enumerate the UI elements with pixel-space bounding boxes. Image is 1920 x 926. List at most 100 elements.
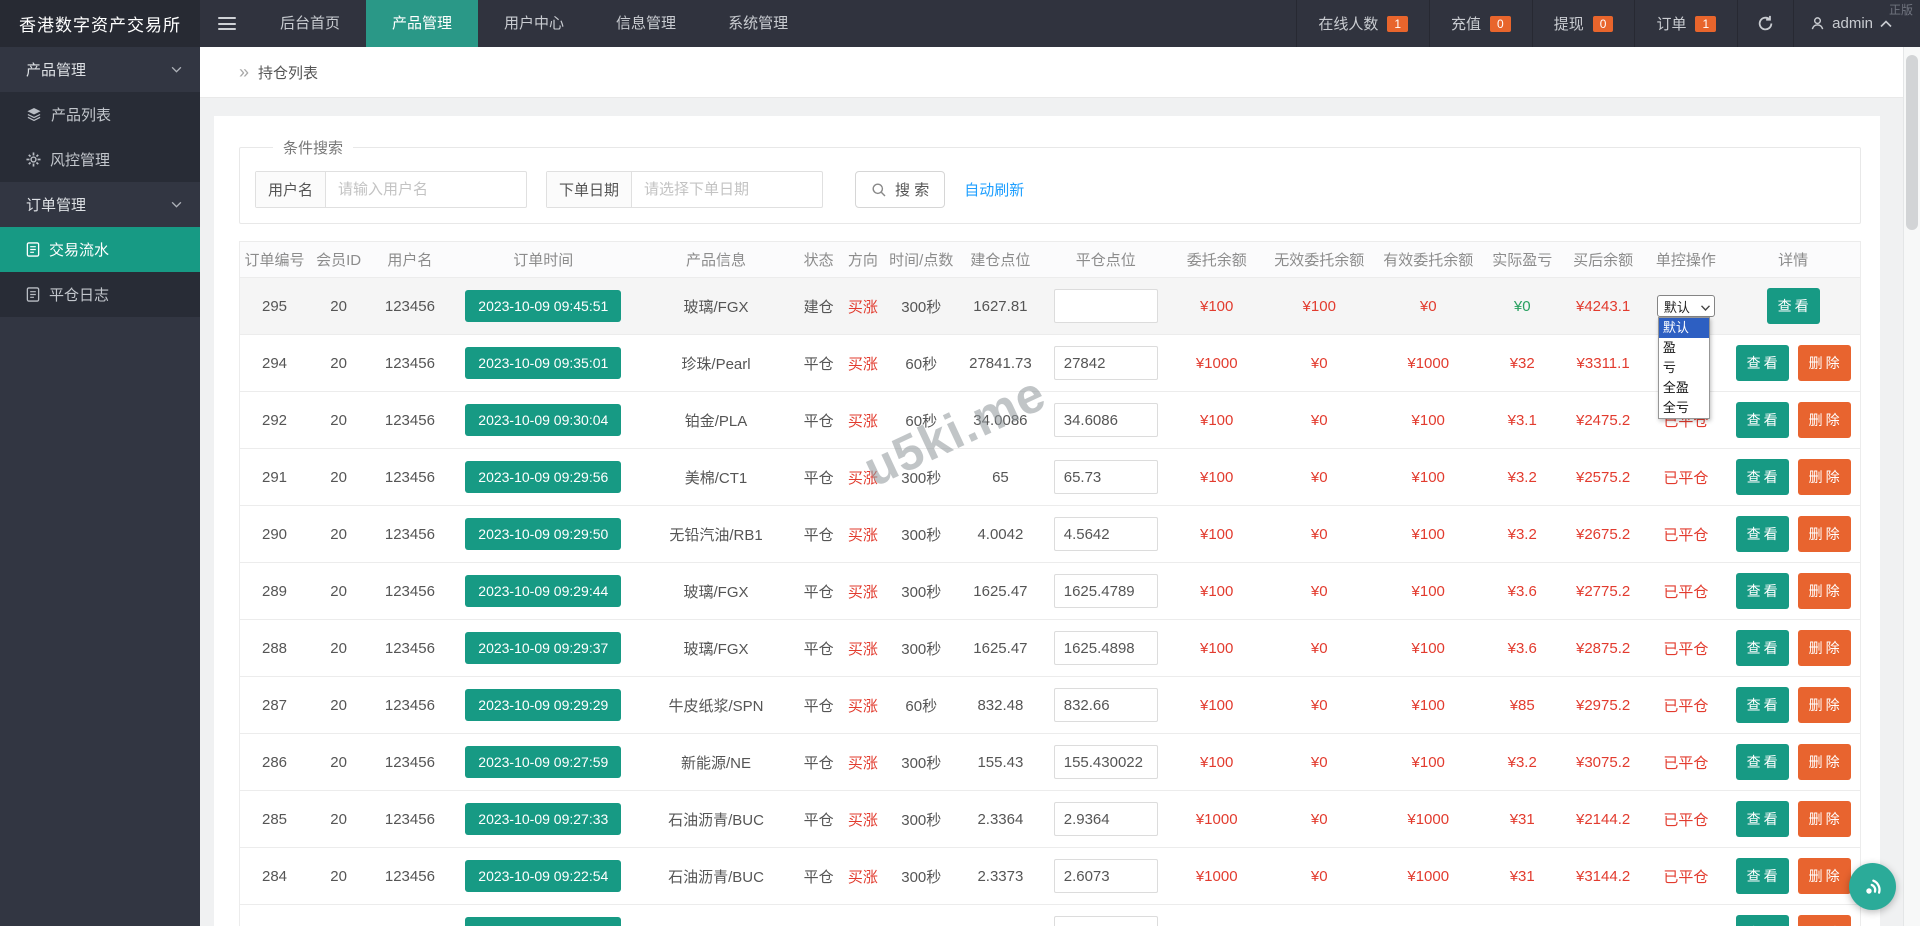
view-button[interactable]: 查看: [1735, 744, 1789, 780]
control-select[interactable]: 默认: [1656, 295, 1715, 317]
nav-stat-label: 充值: [1451, 16, 1482, 33]
scrollbar-thumb[interactable]: [1906, 55, 1918, 230]
cell-profit: ¥3.2: [1483, 505, 1561, 563]
order-time-button[interactable]: 2023-10-09 09:22:54: [465, 860, 622, 892]
view-button[interactable]: 查看: [1735, 516, 1789, 552]
view-button[interactable]: 查看: [1735, 858, 1789, 894]
cell-invalid-entrust: ¥0: [1265, 904, 1373, 926]
close-point-input[interactable]: [1053, 688, 1158, 722]
delete-button[interactable]: 删除: [1797, 345, 1851, 381]
delete-button[interactable]: 删除: [1797, 915, 1851, 926]
close-point-input[interactable]: [1053, 916, 1158, 926]
support-float-button[interactable]: [1849, 863, 1896, 910]
nav-stat-2[interactable]: 提现 0: [1531, 0, 1635, 47]
refresh-button[interactable]: [1737, 0, 1793, 47]
sidebar-item-1-0[interactable]: 交易流水: [0, 227, 200, 272]
view-button[interactable]: 查看: [1735, 687, 1789, 723]
control-option-4[interactable]: 全亏: [1659, 398, 1709, 418]
search-button[interactable]: 搜 索: [855, 171, 946, 208]
delete-button[interactable]: 删除: [1797, 516, 1851, 552]
view-button[interactable]: 查看: [1735, 573, 1789, 609]
close-point-input[interactable]: [1053, 802, 1158, 836]
cell-valid-entrust: ¥100: [1372, 676, 1484, 734]
order-time-button[interactable]: 2023-10-09 09:29:37: [465, 632, 622, 664]
nav-stat-badge: 0: [1592, 15, 1614, 32]
order-date-input[interactable]: [632, 172, 823, 207]
nav-item-1[interactable]: 产品管理: [366, 0, 479, 47]
sidebar-item-0-0[interactable]: 产品列表: [0, 92, 200, 137]
auto-refresh-link[interactable]: 自动刷新: [964, 179, 1024, 200]
control-option-1[interactable]: 盈: [1659, 338, 1709, 358]
hamburger-icon: [218, 14, 236, 34]
scrollbar-track[interactable]: [1903, 47, 1920, 926]
delete-button[interactable]: 删除: [1797, 744, 1851, 780]
view-button[interactable]: 查看: [1766, 288, 1820, 324]
delete-button[interactable]: 删除: [1797, 573, 1851, 609]
nav-item-2[interactable]: 用户中心: [478, 0, 590, 47]
delete-button[interactable]: 删除: [1797, 630, 1851, 666]
cell-order-time: 2023-10-09 09:30:04: [451, 391, 636, 449]
delete-button[interactable]: 删除: [1797, 402, 1851, 438]
view-button[interactable]: 查看: [1735, 459, 1789, 495]
view-button[interactable]: 查看: [1735, 345, 1789, 381]
cell-product: 玻璃/FGX: [635, 619, 797, 677]
delete-button[interactable]: 删除: [1797, 687, 1851, 723]
cell-control: 已平仓: [1645, 448, 1727, 506]
view-button[interactable]: 查看: [1735, 402, 1789, 438]
close-point-input[interactable]: [1053, 460, 1158, 494]
nav-item-4[interactable]: 系统管理: [702, 0, 814, 47]
delete-button[interactable]: 删除: [1797, 459, 1851, 495]
sidebar-item-1-1[interactable]: 平仓日志: [0, 272, 200, 317]
control-option-0[interactable]: 默认: [1658, 318, 1709, 338]
order-time-button[interactable]: 2023-10-09 09:27:59: [465, 746, 622, 778]
cell-status: 平仓: [796, 391, 841, 449]
view-button[interactable]: 查看: [1735, 801, 1789, 837]
order-time-button[interactable]: 2023-10-09 09:45:51: [465, 290, 622, 322]
order-time-button[interactable]: 2023-10-09 09:35:01: [465, 347, 622, 379]
close-point-input[interactable]: [1053, 631, 1158, 665]
close-point-input[interactable]: [1053, 403, 1158, 437]
nav-item-0[interactable]: 后台首页: [254, 0, 366, 47]
order-time-button[interactable]: 2023-10-09 09:27:33: [465, 803, 622, 835]
sidebar-group-1[interactable]: 订单管理: [0, 182, 200, 227]
cell-open-point: 1625.47: [957, 619, 1044, 677]
order-time-button[interactable]: 2023-10-09 09:21:20: [465, 917, 622, 926]
close-point-input[interactable]: [1053, 289, 1158, 323]
close-point-input[interactable]: [1053, 517, 1158, 551]
order-time-button[interactable]: 2023-10-09 09:29:44: [465, 575, 622, 607]
cell-member-id: 20: [309, 277, 369, 335]
cell-order-time: 2023-10-09 09:21:20: [451, 904, 636, 926]
close-point-input[interactable]: [1053, 346, 1158, 380]
column-header-entrust-balance: 委托余额: [1167, 241, 1266, 278]
sidebar-toggle-button[interactable]: [200, 0, 254, 47]
cell-invalid-entrust: ¥100: [1265, 277, 1373, 335]
delete-button[interactable]: 删除: [1797, 858, 1851, 894]
nav-stat-0[interactable]: 在线人数 1: [1296, 0, 1429, 47]
close-point-input[interactable]: [1053, 859, 1158, 893]
close-point-input[interactable]: [1053, 574, 1158, 608]
username-input[interactable]: [326, 172, 527, 207]
order-time-button[interactable]: 2023-10-09 09:29:29: [465, 689, 622, 721]
order-time-button[interactable]: 2023-10-09 09:29:56: [465, 461, 622, 493]
cell-member-id: 20: [309, 676, 369, 734]
view-button[interactable]: 查看: [1735, 630, 1789, 666]
control-select-value: 默认: [1663, 299, 1690, 315]
sidebar-group-0[interactable]: 产品管理: [0, 47, 200, 92]
nav-item-3[interactable]: 信息管理: [590, 0, 702, 47]
sidebar-item-0-1[interactable]: 风控管理: [0, 137, 200, 182]
delete-button[interactable]: 删除: [1797, 801, 1851, 837]
control-option-2[interactable]: 亏: [1659, 358, 1709, 378]
control-option-3[interactable]: 全盈: [1659, 378, 1709, 398]
nav-stat-1[interactable]: 充值 0: [1429, 0, 1532, 47]
close-point-input[interactable]: [1053, 745, 1158, 779]
order-time-button[interactable]: 2023-10-09 09:30:04: [465, 404, 622, 436]
cell-member-id: 20: [309, 448, 369, 506]
cell-detail: 查看删除: [1726, 391, 1861, 449]
cell-invalid-entrust: ¥0: [1265, 790, 1373, 848]
cell-post-balance: ¥2775.2: [1560, 562, 1646, 620]
cell-product: 美棉/CT1: [635, 448, 797, 506]
order-time-button[interactable]: 2023-10-09 09:29:50: [465, 518, 622, 550]
view-button[interactable]: 查看: [1735, 915, 1789, 926]
nav-stat-3[interactable]: 订单 1: [1634, 0, 1737, 47]
cell-post-balance: ¥2975.2: [1560, 676, 1646, 734]
